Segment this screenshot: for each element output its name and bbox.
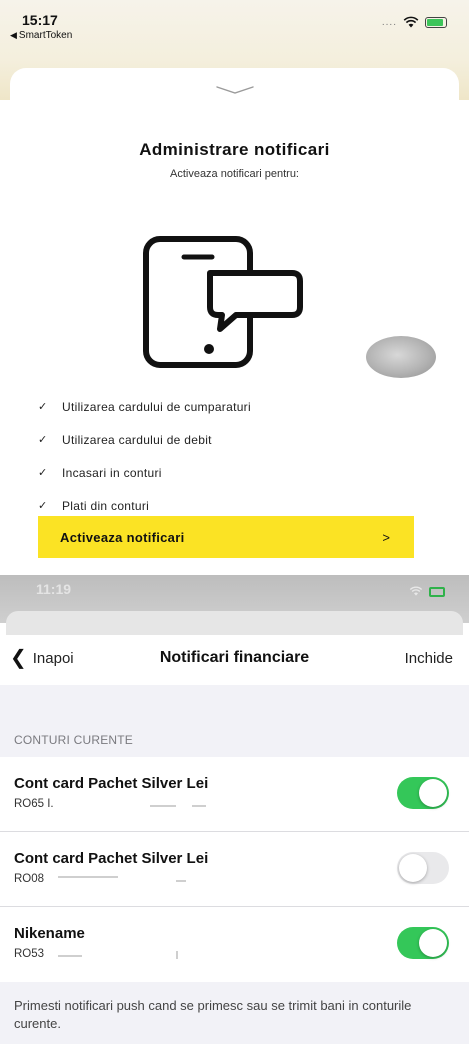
status-time: 11:19 bbox=[36, 581, 72, 597]
battery-charging-icon bbox=[425, 16, 447, 28]
sheet-handle-chevron-icon[interactable] bbox=[215, 82, 255, 100]
financial-notifications-screen: 11:19 ❮ Inapoi Notificari financiare Inc… bbox=[0, 575, 469, 1044]
back-arrow-icon: ◀ bbox=[10, 30, 17, 40]
phone-with-chat-bubble-icon bbox=[140, 235, 320, 375]
check-icon: ✓ bbox=[38, 434, 48, 446]
account-iban: RO65 I. bbox=[14, 798, 54, 810]
account-name: Cont card Pachet Silver Lei bbox=[14, 775, 209, 792]
list-item-label: Utilizarea cardului de cumparaturi bbox=[62, 399, 251, 414]
notification-types-list: ✓ Utilizarea cardului de cumparaturi ✓ Uti… bbox=[38, 390, 251, 522]
account-name: Nikename bbox=[14, 925, 85, 942]
notification-toggle[interactable] bbox=[397, 927, 449, 959]
check-icon: ✓ bbox=[38, 500, 48, 512]
list-item-label: Plati din conturi bbox=[62, 498, 150, 513]
redaction-mark bbox=[58, 876, 118, 878]
redaction-mark bbox=[176, 880, 186, 882]
close-button[interactable]: Inchide bbox=[405, 650, 453, 667]
sheet-backdrop bbox=[6, 611, 463, 635]
back-button[interactable]: ❮ Inapoi bbox=[10, 647, 74, 669]
status-icons bbox=[409, 583, 445, 601]
list-item-label: Incasari in conturi bbox=[62, 465, 162, 480]
check-icon: ✓ bbox=[38, 467, 48, 479]
account-iban: RO53 bbox=[14, 948, 45, 960]
onboarding-screen: 15:17 ◀ SmartToken .... Administrare noti… bbox=[0, 0, 469, 575]
signal-icon: .... bbox=[381, 16, 397, 28]
back-app-label: SmartToken bbox=[18, 30, 73, 41]
status-icons: .... bbox=[382, 16, 447, 28]
chevron-right-icon: > bbox=[382, 529, 390, 545]
account-row: Cont card Pachet Silver Lei RO65 I. bbox=[0, 757, 469, 832]
status-time: 15:17 bbox=[22, 12, 58, 28]
notification-toggle[interactable] bbox=[397, 777, 449, 809]
footer-description: Primesti notificari push cand se primesc… bbox=[14, 998, 412, 1031]
activate-notifications-label: Activeaza notificari bbox=[60, 529, 185, 545]
redaction-mark bbox=[176, 951, 178, 959]
toggle-knob bbox=[419, 779, 447, 807]
redaction-mark bbox=[150, 805, 176, 807]
account-name: Cont card Pachet Silver Lei bbox=[14, 850, 209, 867]
floating-assistive-touch-button[interactable] bbox=[366, 336, 436, 378]
list-item: ✓ Incasari in conturi bbox=[38, 456, 251, 489]
activate-notifications-button[interactable]: Activeaza notificari > bbox=[38, 516, 414, 558]
navigation-bar: ❮ Inapoi Notificari financiare Inchide bbox=[0, 635, 469, 685]
list-item: ✓ Utilizarea cardului de cumparaturi bbox=[38, 390, 251, 423]
back-to-app-link[interactable]: ◀ SmartToken bbox=[10, 30, 72, 41]
account-iban: RO08 bbox=[14, 873, 45, 885]
toggle-knob bbox=[419, 929, 447, 957]
back-label: Inapoi bbox=[32, 649, 74, 667]
wifi-icon bbox=[403, 16, 419, 28]
check-icon: ✓ bbox=[38, 401, 48, 413]
redaction-mark bbox=[192, 805, 206, 807]
page-title: Administrare notificari bbox=[139, 140, 330, 159]
account-row: Nikename RO53 bbox=[0, 907, 469, 982]
accounts-list: Cont card Pachet Silver Lei RO65 I. Cont… bbox=[0, 757, 469, 982]
chevron-left-icon: ❮ bbox=[10, 647, 27, 669]
battery-icon bbox=[429, 587, 445, 597]
redaction-mark bbox=[58, 955, 82, 957]
section-header: CONTURI CURENTE bbox=[14, 733, 133, 747]
list-item-label: Utilizarea cardului de debit bbox=[62, 432, 212, 447]
account-row: Cont card Pachet Silver Lei RO08 bbox=[0, 832, 469, 907]
list-item: ✓ Utilizarea cardului de debit bbox=[38, 423, 251, 456]
page-subtitle: Activeaza notificari pentru: bbox=[169, 168, 299, 180]
notification-toggle[interactable] bbox=[397, 852, 449, 884]
wifi-icon bbox=[409, 583, 423, 601]
toggle-knob bbox=[399, 854, 427, 882]
